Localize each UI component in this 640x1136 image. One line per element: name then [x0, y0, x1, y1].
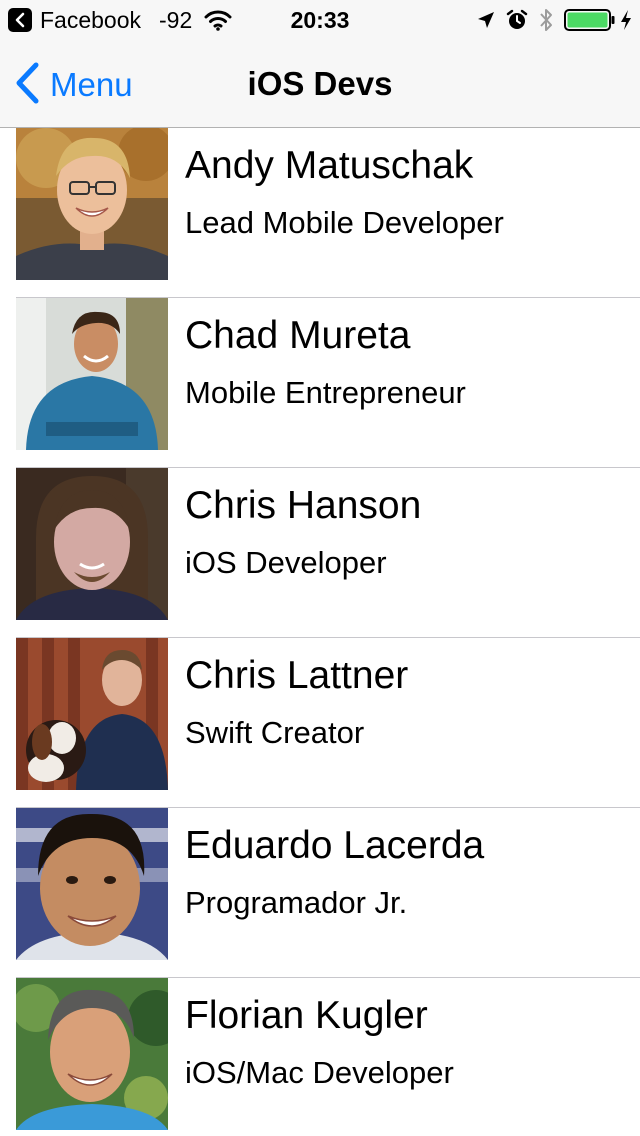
battery-icon: [564, 8, 616, 32]
list-item[interactable]: Florian Kugler iOS/Mac Developer: [0, 978, 640, 1136]
status-bar-right: [466, 6, 632, 34]
developer-name: Chris Lattner: [185, 654, 409, 697]
avatar: [16, 978, 168, 1130]
list-item[interactable]: Andy Matuschak Lead Mobile Developer: [0, 128, 640, 298]
page-title: iOS Devs: [247, 65, 393, 102]
charging-bolt-icon: [620, 9, 632, 31]
developer-role: iOS/Mac Developer: [185, 1055, 454, 1090]
avatar: [16, 468, 168, 620]
list-item[interactable]: Chad Mureta Mobile Entrepreneur: [0, 298, 640, 468]
avatar: [16, 808, 168, 960]
developer-name: Chad Mureta: [185, 314, 411, 357]
list-item[interactable]: Eduardo Lacerda Programador Jr.: [0, 808, 640, 978]
developer-list: Andy Matuschak Lead Mobile Developer Cha…: [0, 128, 640, 1136]
developer-role: Programador Jr.: [185, 885, 408, 920]
list-item[interactable]: Chris Hanson iOS Developer: [0, 468, 640, 638]
avatar: [16, 128, 168, 280]
developer-role: iOS Developer: [185, 545, 387, 580]
alarm-icon: [506, 9, 528, 31]
developer-role: Lead Mobile Developer: [185, 205, 504, 240]
location-arrow-icon: [476, 10, 496, 30]
screen: Facebook -92 20:33 Menu iOS Devs Andy Ma…: [0, 0, 640, 1136]
developer-name: Eduardo Lacerda: [185, 824, 485, 867]
avatar: [16, 638, 168, 790]
developer-name: Florian Kugler: [185, 994, 428, 1037]
bluetooth-icon: [538, 7, 554, 33]
avatar: [16, 298, 168, 450]
developer-role: Mobile Entrepreneur: [185, 375, 466, 410]
status-bar: Facebook -92 20:33: [0, 0, 640, 40]
developer-name: Andy Matuschak: [185, 144, 474, 187]
list-item[interactable]: Chris Lattner Swift Creator: [0, 638, 640, 808]
developer-name: Chris Hanson: [185, 484, 422, 527]
navigation-bar: Menu iOS Devs: [0, 40, 640, 128]
developer-role: Swift Creator: [185, 715, 365, 750]
